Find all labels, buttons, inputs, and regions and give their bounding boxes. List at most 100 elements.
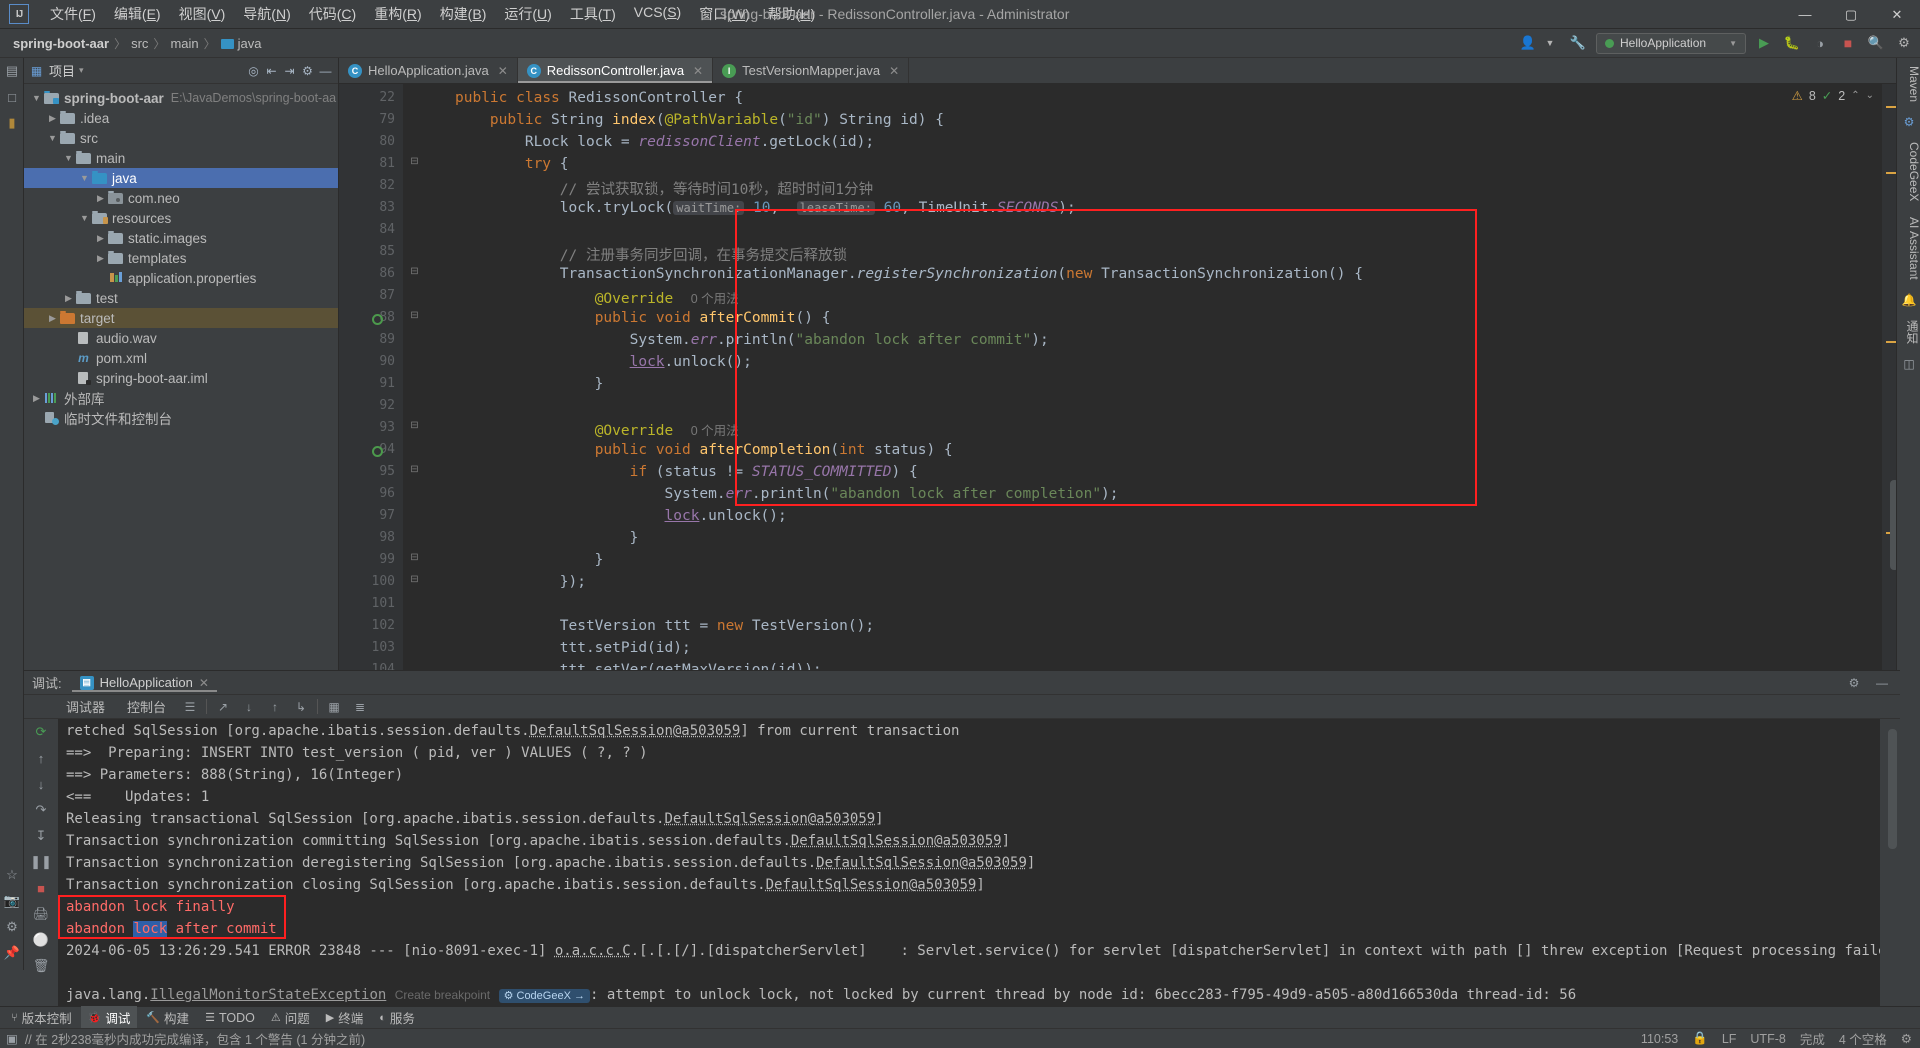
bottom-tool-调试[interactable]: 🐞调试	[81, 1006, 138, 1029]
coverage-button[interactable]: ◑	[1810, 33, 1830, 53]
tree-item-.idea[interactable]: ▶.idea	[24, 108, 338, 128]
bottom-tool-构建[interactable]: 🔨构建	[139, 1006, 196, 1029]
breakpoint-icon[interactable]	[372, 314, 383, 325]
code-editor[interactable]: 2279808182838485868788899091929394959697…	[339, 84, 1900, 670]
bell-icon[interactable]: 🔔	[1897, 288, 1920, 312]
build-status[interactable]: 完成	[1800, 1029, 1825, 1048]
scrollbar-thumb[interactable]	[1888, 729, 1897, 849]
bottom-tool-问题[interactable]: ⚠问题	[264, 1006, 317, 1029]
run-button[interactable]: ▶	[1754, 33, 1774, 53]
menu-item-5[interactable]: 重构(R)	[365, 0, 430, 28]
editor-gutter[interactable]: 2279808182838485868788899091929394959697…	[339, 84, 403, 670]
chevron-down-icon[interactable]: ▼	[78, 213, 91, 223]
chevron-down-icon[interactable]: ▼	[30, 93, 43, 103]
encoding[interactable]: UTF-8	[1750, 1032, 1785, 1046]
bottom-tool-TODO[interactable]: ☰TODO	[198, 1009, 262, 1027]
close-icon[interactable]: ✕	[693, 64, 703, 78]
tree-item-target[interactable]: ▶target	[24, 308, 338, 328]
fold-marker-icon[interactable]: ⊟	[409, 310, 420, 321]
menu-item-4[interactable]: 代码(C)	[300, 0, 365, 28]
console-scrollbar[interactable]	[1886, 719, 1898, 1006]
tree-item-static.images[interactable]: ▶static.images	[24, 228, 338, 248]
console-output[interactable]: retched SqlSession [org.apache.ibatis.se…	[58, 719, 1880, 1006]
project-tree[interactable]: ▼spring-boot-aarE:\JavaDemos\spring-boot…	[24, 85, 338, 670]
tree-item-application.properties[interactable]: application.properties	[24, 268, 338, 288]
trash-icon[interactable]: 🗑	[24, 953, 58, 979]
bottom-tool-服务[interactable]: ◐服务	[372, 1006, 422, 1029]
tree-item-spring-boot-aar[interactable]: ▼spring-boot-aarE:\JavaDemos\spring-boot…	[24, 88, 338, 108]
user-icon[interactable]: 👤	[1518, 33, 1538, 53]
menu-item-8[interactable]: 工具(T)	[561, 0, 625, 28]
editor-tab-TestVersionMapper-java[interactable]: ITestVersionMapper.java✕	[713, 58, 909, 83]
tree-item-com.neo[interactable]: ▶com.neo	[24, 188, 338, 208]
hide-icon[interactable]: —	[317, 62, 334, 79]
menu-item-9[interactable]: VCS(S)	[625, 0, 690, 28]
step-out-icon[interactable]: ↑	[265, 697, 285, 716]
rerun-icon[interactable]: ⟳	[24, 719, 58, 745]
tab-debugger[interactable]: 调试器	[58, 695, 113, 718]
run-to-cursor-icon[interactable]: ↳	[291, 697, 311, 716]
bottom-tool-终端[interactable]: ▶终端	[319, 1006, 370, 1029]
code-text[interactable]: public class RedissonController { public…	[455, 84, 1882, 670]
editor-tab-HelloApplication-java[interactable]: CHelloApplication.java✕	[339, 58, 518, 83]
chevron-right-icon[interactable]: ▶	[94, 253, 107, 264]
project-icon[interactable]: ▤	[0, 58, 24, 84]
fold-marker-icon[interactable]: ⊟	[409, 574, 420, 585]
camera-icon[interactable]: 📷	[0, 888, 24, 914]
hide-icon[interactable]: —	[1872, 673, 1892, 692]
fold-marker-icon[interactable]: ⊟	[409, 552, 420, 563]
chevron-right-icon[interactable]: ▶	[46, 313, 59, 324]
database-icon[interactable]: ◫	[1897, 352, 1920, 376]
chevron-down-icon[interactable]: ▼	[78, 173, 91, 183]
print-icon[interactable]: 🖨	[24, 901, 58, 927]
fold-marker-icon[interactable]: ⊟	[409, 156, 420, 167]
fold-marker-icon[interactable]: ⊟	[409, 464, 420, 475]
breadcrumb-item-src[interactable]: src	[128, 34, 151, 53]
line-separator[interactable]: LF	[1722, 1032, 1737, 1046]
right-strip-label-codegeex[interactable]: CodeGeeX	[1897, 134, 1920, 209]
tree-item-src[interactable]: ▼src	[24, 128, 338, 148]
chevron-down-icon[interactable]: ⌄	[1866, 90, 1874, 101]
down-arrow-icon[interactable]: ↓	[24, 771, 58, 797]
close-button[interactable]: ✕	[1874, 0, 1920, 29]
chevron-down-icon[interactable]: ▼	[62, 153, 75, 163]
tree-item-audio.wav[interactable]: audio.wav	[24, 328, 338, 348]
stop-button[interactable]: ■	[1838, 33, 1858, 53]
pause-icon[interactable]: ❚❚	[24, 849, 58, 875]
menu-item-6[interactable]: 构建(B)	[431, 0, 496, 28]
expand-all-icon[interactable]: ⇥	[281, 62, 298, 79]
tree-item-test[interactable]: ▶test	[24, 288, 338, 308]
menu-item-2[interactable]: 视图(V)	[170, 0, 235, 28]
chevron-right-icon[interactable]: ▶	[46, 113, 59, 124]
right-strip-label-ai[interactable]: AI Assistant	[1897, 209, 1920, 288]
tree-item-templates[interactable]: ▶templates	[24, 248, 338, 268]
target-icon[interactable]: ◎	[245, 62, 262, 79]
chevron-right-icon[interactable]: ▶	[30, 393, 43, 404]
tree-item-java[interactable]: ▼java	[24, 168, 338, 188]
close-icon[interactable]: ✕	[498, 64, 508, 78]
tree-item-main[interactable]: ▼main	[24, 148, 338, 168]
chevron-down-icon[interactable]: ▾	[79, 65, 84, 76]
chevron-right-icon[interactable]: ▶	[94, 233, 107, 244]
fold-marker-icon[interactable]: ⊟	[409, 266, 420, 277]
chevron-right-icon[interactable]: ▶	[62, 293, 75, 304]
debug-button[interactable]: 🐛	[1782, 33, 1802, 53]
codegeex-icon[interactable]: ⚙	[1897, 110, 1920, 134]
gear-icon[interactable]: ⚙	[0, 914, 24, 940]
list-icon[interactable]: ☰	[180, 697, 200, 716]
tree-item-resources[interactable]: ▼resources	[24, 208, 338, 228]
search-icon[interactable]: 🔍	[1866, 33, 1886, 53]
fold-marker-icon[interactable]: ⊟	[409, 420, 420, 431]
menu-item-1[interactable]: 编辑(E)	[105, 0, 170, 28]
breadcrumb-item-main[interactable]: main	[167, 34, 201, 53]
breadcrumb-item-java[interactable]: java	[218, 34, 265, 53]
soft-wrap-icon[interactable]: ↷	[24, 797, 58, 823]
tree-item-pom.xml[interactable]: mpom.xml	[24, 348, 338, 368]
structure-icon[interactable]: ▮	[0, 110, 24, 136]
gear-icon[interactable]: ⚙	[1901, 1031, 1912, 1046]
tree-item-[interactable]: 临时文件和控制台	[24, 408, 338, 428]
chevron-down-icon[interactable]: ▼	[1540, 33, 1560, 53]
up-arrow-icon[interactable]: ↑	[24, 745, 58, 771]
tree-item-spring-boot-aar.iml[interactable]: spring-boot-aar.iml	[24, 368, 338, 388]
right-strip-label-notify[interactable]: 通知	[1897, 312, 1920, 352]
